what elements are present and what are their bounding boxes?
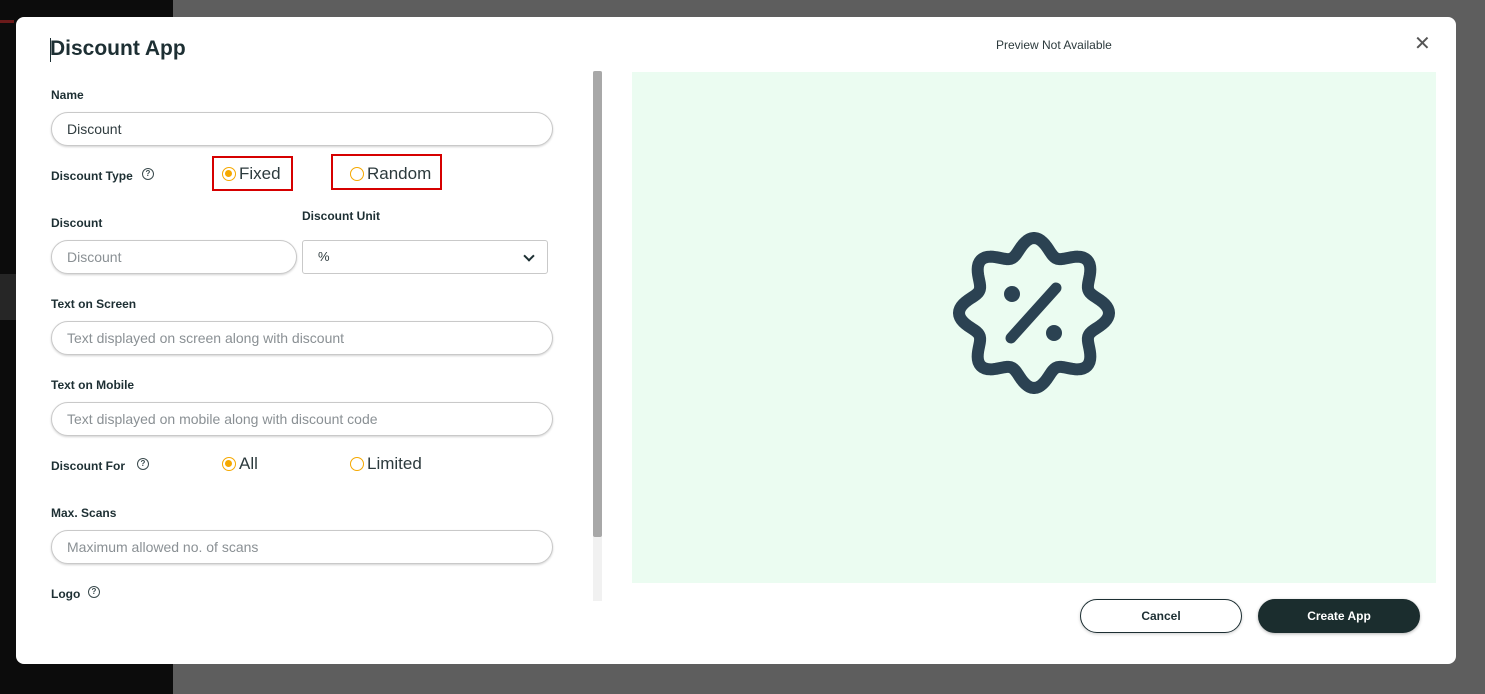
text-on-screen-input[interactable]: Text displayed on screen along with disc… — [51, 321, 553, 355]
radio-fixed[interactable]: Fixed — [222, 164, 281, 184]
logo-label: Logo — [51, 587, 81, 601]
radio-random-indicator[interactable] — [350, 167, 364, 181]
radio-random[interactable]: Random — [350, 164, 431, 184]
radio-all-label: All — [239, 454, 258, 473]
discount-badge-icon — [953, 232, 1115, 394]
preview-title: Preview Not Available — [996, 38, 1112, 52]
radio-limited-label: Limited — [367, 454, 422, 473]
modal-title: Discount App — [50, 37, 186, 60]
form-scrollbar-thumb[interactable] — [593, 71, 602, 537]
text-on-mobile-input[interactable]: Text displayed on mobile along with disc… — [51, 402, 553, 436]
radio-all-indicator[interactable] — [222, 457, 236, 471]
chevron-down-icon — [523, 250, 535, 262]
discount-unit-label: Discount Unit — [302, 209, 380, 223]
name-label: Name — [51, 88, 84, 102]
radio-fixed-label: Fixed — [239, 164, 281, 183]
radio-limited-indicator[interactable] — [350, 457, 364, 471]
create-app-button[interactable]: Create App — [1258, 599, 1420, 633]
radio-limited[interactable]: Limited — [350, 454, 422, 474]
discount-app-modal: Discount App Name Discount Discount Type… — [16, 17, 1456, 664]
cancel-button[interactable]: Cancel — [1080, 599, 1242, 633]
question-circle-icon[interactable]: ? — [137, 458, 149, 470]
max-scans-input[interactable]: Maximum allowed no. of scans — [51, 530, 553, 564]
preview-area — [632, 72, 1436, 583]
close-icon[interactable]: ✕ — [1414, 34, 1431, 54]
radio-fixed-indicator[interactable] — [222, 167, 236, 181]
name-input[interactable]: Discount — [51, 112, 553, 146]
radio-all[interactable]: All — [222, 454, 258, 474]
background-accent-line — [0, 20, 14, 23]
discount-type-label: Discount Type — [51, 169, 133, 183]
text-on-screen-label: Text on Screen — [51, 297, 137, 311]
question-circle-icon[interactable]: ? — [142, 168, 154, 180]
text-on-mobile-label: Text on Mobile — [51, 378, 135, 392]
discount-unit-value: % — [318, 249, 330, 264]
discount-unit-select[interactable]: % — [302, 240, 548, 274]
radio-random-label: Random — [367, 164, 432, 183]
max-scans-label: Max. Scans — [51, 506, 117, 520]
question-circle-icon[interactable]: ? — [88, 586, 100, 598]
discount-label: Discount — [51, 216, 103, 230]
discount-for-label: Discount For — [51, 459, 125, 473]
discount-input[interactable]: Discount — [51, 240, 297, 274]
